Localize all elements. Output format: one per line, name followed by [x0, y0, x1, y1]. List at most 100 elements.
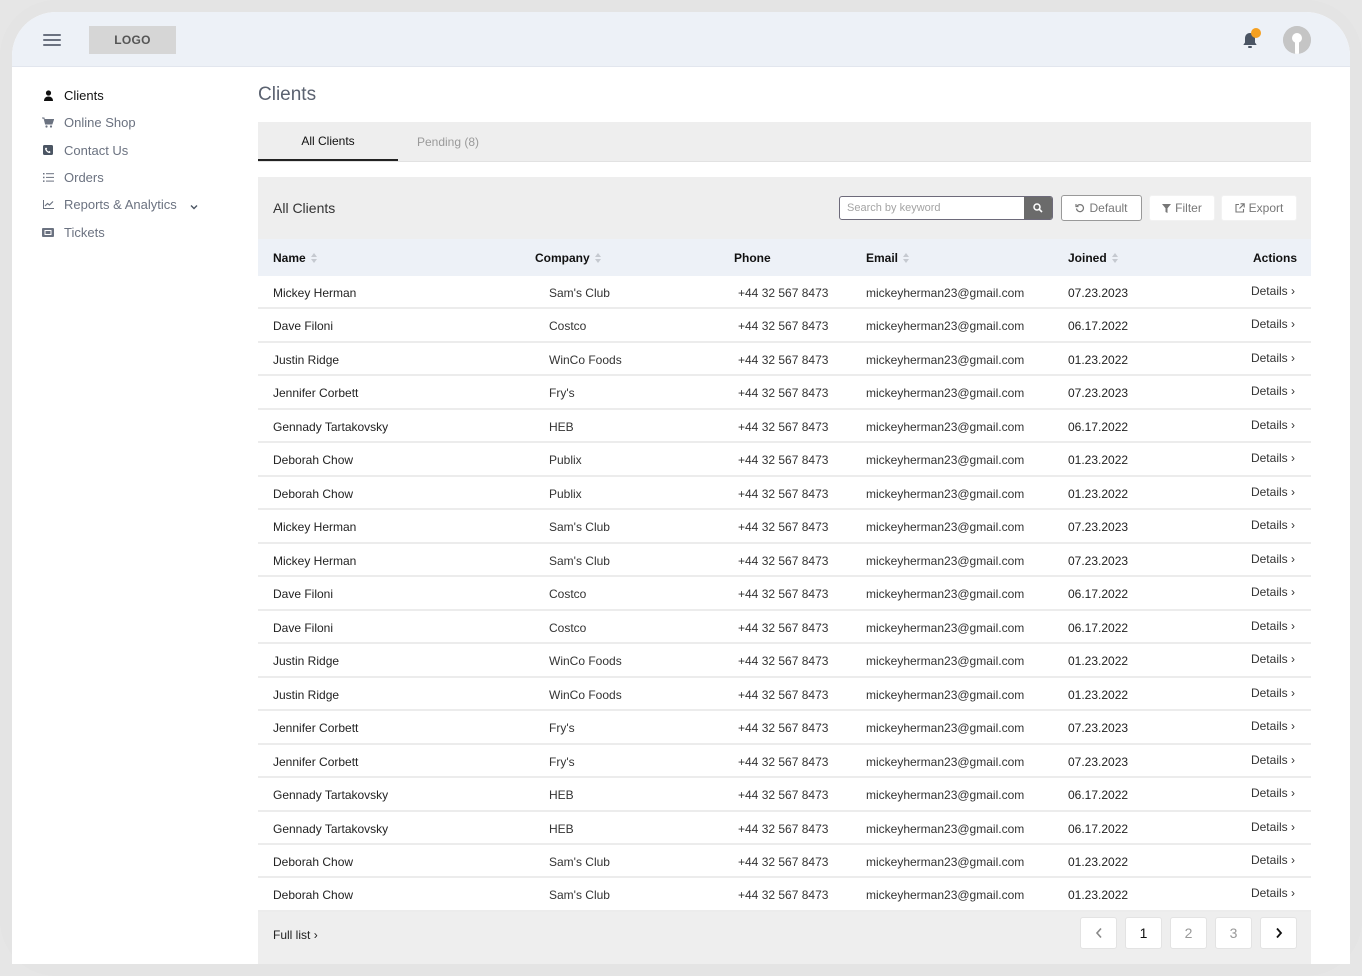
details-link[interactable]: Details ›: [1251, 719, 1295, 733]
sidebar-item-tickets[interactable]: Tickets: [42, 218, 242, 245]
chevron-right-icon: ›: [1287, 852, 1295, 867]
chevron-right-icon: ›: [313, 928, 318, 942]
details-link[interactable]: Details ›: [1251, 485, 1295, 499]
tab-all-clients[interactable]: All Clients: [258, 122, 398, 161]
details-link[interactable]: Details ›: [1251, 820, 1295, 834]
details-link[interactable]: Details ›: [1251, 384, 1295, 398]
cell-joined: 07.23.2023: [1068, 286, 1129, 300]
page-button-1[interactable]: 1: [1125, 917, 1162, 949]
cell-email: mickeyherman23@gmail.com: [866, 319, 1025, 334]
cell-phone: +44 32 567 8473: [738, 453, 829, 468]
notifications-button[interactable]: [1242, 28, 1261, 52]
details-label: Details: [1250, 786, 1288, 801]
filter-icon: [1162, 203, 1172, 213]
sidebar-item-contact-us[interactable]: Contact Us: [42, 137, 242, 164]
cell-joined: 01.23.2022: [1068, 687, 1129, 702]
sidebar: Clients Online Shop Contact Us Orders Re…: [42, 82, 242, 246]
cell-company: Fry's: [549, 386, 575, 401]
table-row: Justin Ridge WinCo Foods +44 32 567 8473 mi…: [258, 342, 1311, 377]
details-link[interactable]: Details ›: [1251, 284, 1295, 298]
search-input[interactable]: [840, 197, 1024, 219]
export-button-label: Export: [1248, 201, 1284, 215]
next-page-button[interactable]: [1260, 917, 1297, 949]
previous-page-button[interactable]: [1080, 917, 1117, 949]
details-link[interactable]: Details ›: [1251, 652, 1295, 666]
details-label: Details: [1250, 685, 1288, 700]
cell-email: mickeyherman23@gmail.com: [866, 687, 1025, 702]
pagination: 1 2 3: [1080, 917, 1297, 949]
details-link[interactable]: Details ›: [1251, 786, 1295, 800]
cell-email: mickeyherman23@gmail.com: [866, 486, 1025, 501]
external-link-icon: [1235, 203, 1245, 213]
sort-icon: [310, 253, 317, 263]
cell-joined: 07.23.2023: [1068, 754, 1129, 769]
column-header-email[interactable]: Email: [866, 251, 910, 265]
search-button[interactable]: [1024, 197, 1052, 219]
cell-email: mickeyherman23@gmail.com: [866, 788, 1025, 803]
details-label: Details: [1250, 719, 1288, 734]
cell-phone: +44 32 567 8473: [738, 888, 829, 903]
chevron-down-icon[interactable]: [189, 200, 199, 210]
ticket-icon: [42, 226, 54, 238]
cell-name: Deborah Chow: [273, 854, 354, 869]
details-link[interactable]: Details ›: [1251, 351, 1295, 365]
details-link[interactable]: Details ›: [1251, 686, 1295, 700]
details-label: Details: [1250, 652, 1288, 667]
cell-joined: 07.23.2023: [1068, 520, 1129, 535]
hamburger-icon[interactable]: [43, 34, 61, 46]
full-list-link[interactable]: Full list ›: [273, 928, 318, 942]
cell-phone: +44 32 567 8473: [738, 286, 829, 300]
cell-phone: +44 32 567 8473: [738, 587, 829, 602]
logo[interactable]: LOGO: [89, 26, 176, 54]
details-link[interactable]: Details ›: [1251, 619, 1295, 633]
table-row: Jennifer Corbett Fry's +44 32 567 8473 mick…: [258, 711, 1311, 745]
sidebar-item-orders[interactable]: Orders: [42, 164, 242, 191]
table-row: Deborah Chow Sam's Club +44 32 567 8473 mic…: [258, 878, 1311, 912]
details-link[interactable]: Details ›: [1251, 317, 1295, 331]
sort-icon: [594, 253, 601, 263]
details-link[interactable]: Details ›: [1251, 585, 1295, 599]
details-label: Details: [1250, 551, 1288, 566]
details-link[interactable]: Details ›: [1251, 853, 1295, 867]
cell-phone: +44 32 567 8473: [738, 553, 829, 568]
cell-company: WinCo Foods: [549, 687, 622, 702]
column-label: Email: [866, 251, 899, 265]
details-link[interactable]: Details ›: [1251, 451, 1295, 465]
column-header-company[interactable]: Company: [535, 251, 601, 265]
details-link[interactable]: Details ›: [1251, 753, 1295, 767]
details-link[interactable]: Details ›: [1251, 418, 1295, 432]
cell-phone: +44 32 567 8473: [738, 319, 829, 334]
cell-joined: 01.23.2022: [1068, 352, 1129, 367]
cell-email: mickeyherman23@gmail.com: [866, 754, 1025, 769]
top-bar: LOGO: [12, 12, 1350, 67]
tab-pending[interactable]: Pending (8): [398, 122, 498, 161]
chevron-right-icon: ›: [1287, 886, 1295, 901]
page-button-2[interactable]: 2: [1170, 917, 1207, 949]
details-label: Details: [1250, 484, 1288, 499]
chevron-right-icon: ›: [1287, 317, 1295, 332]
cell-phone: +44 32 567 8473: [738, 486, 829, 501]
details-label: Details: [1250, 350, 1288, 365]
page-button-3[interactable]: 3: [1215, 917, 1252, 949]
column-header-joined[interactable]: Joined: [1068, 251, 1118, 265]
export-button[interactable]: Export: [1221, 195, 1297, 221]
chevron-right-icon: ›: [1287, 652, 1295, 667]
cell-email: mickeyherman23@gmail.com: [866, 721, 1025, 736]
filter-button[interactable]: Filter: [1149, 195, 1215, 221]
details-link[interactable]: Details ›: [1251, 518, 1295, 532]
avatar[interactable]: [1283, 26, 1311, 54]
clients-panel: All Clients Default Filter: [258, 177, 1311, 964]
sidebar-item-reports-analytics[interactable]: Reports & Analytics: [42, 191, 242, 218]
sidebar-item-online-shop[interactable]: Online Shop: [42, 109, 242, 136]
default-button[interactable]: Default: [1061, 195, 1142, 221]
cell-joined: 06.17.2022: [1068, 620, 1129, 635]
details-link[interactable]: Details ›: [1251, 552, 1295, 566]
table-footer: Full list › 1 2 3: [258, 912, 1311, 958]
cell-company: HEB: [549, 419, 574, 434]
cell-name: Deborah Chow: [273, 486, 354, 501]
cell-phone: +44 32 567 8473: [738, 788, 829, 803]
column-header-name[interactable]: Name: [273, 251, 317, 265]
details-link[interactable]: Details ›: [1251, 886, 1295, 900]
sidebar-item-clients[interactable]: Clients: [42, 82, 242, 109]
table-row: Jennifer Corbett Fry's +44 32 567 8473 mick…: [258, 744, 1311, 779]
